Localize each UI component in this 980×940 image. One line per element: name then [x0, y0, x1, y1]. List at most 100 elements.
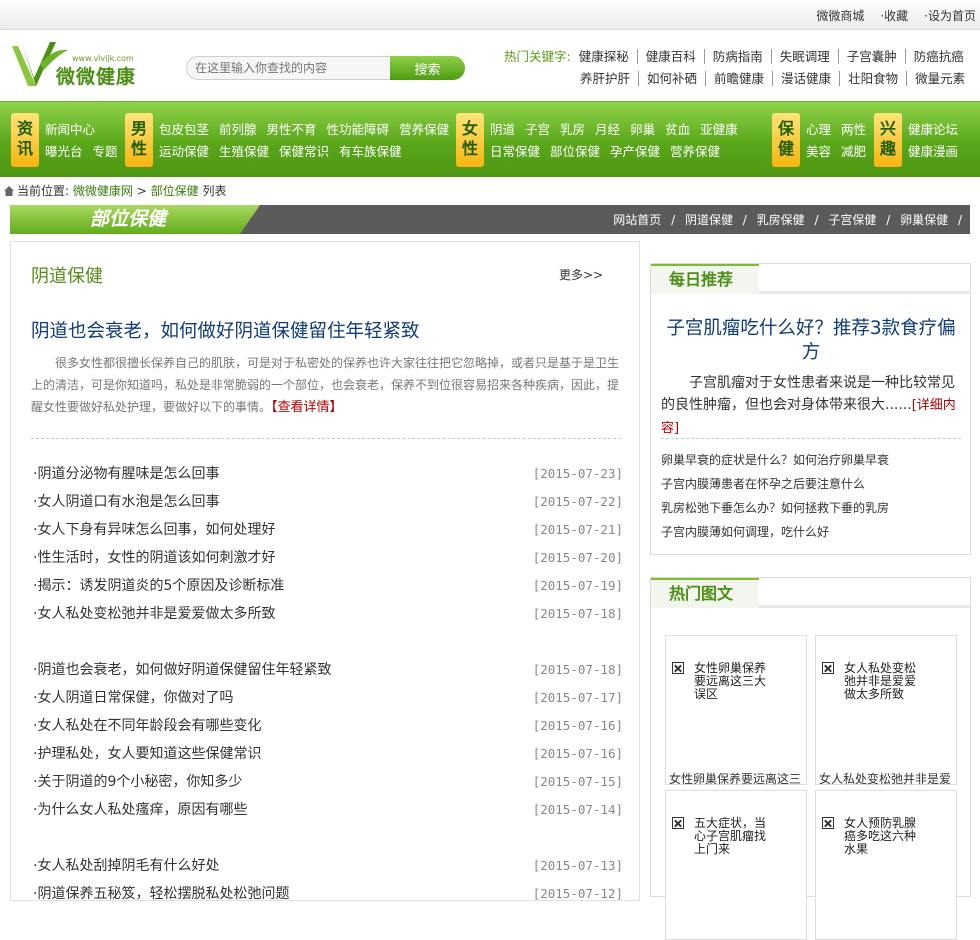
view-detail-link[interactable]: 【查看详情】 — [271, 400, 343, 415]
nav-item[interactable]: 营养保健 — [670, 144, 720, 159]
nav-item[interactable]: 阴道 — [490, 122, 515, 137]
hot-picture-item[interactable]: 女人私处变松弛并非是爱爱做太多所致 女人私处变松弛并非是爱 — [815, 635, 957, 786]
hot-keyword[interactable]: 养肝护肝 — [572, 71, 638, 86]
nav-item[interactable]: 专题 — [93, 144, 118, 159]
hot-keyword[interactable]: 如何补硒 — [638, 71, 706, 86]
list-item[interactable]: ·关于阴道的9个小秘密，你知多少 [2015-07-15] — [33, 768, 623, 796]
item-date: [2015-07-17] — [532, 690, 623, 705]
nav-item[interactable]: 运动保健 — [159, 144, 209, 159]
nav-item[interactable]: 保健常识 — [279, 144, 329, 159]
breadcrumb-category[interactable]: 部位保健 — [151, 184, 199, 198]
nav-item[interactable]: 男性不育 — [267, 122, 317, 137]
category-title: 部位保健 — [10, 205, 260, 234]
nav-item[interactable]: 贫血 — [665, 122, 690, 137]
breadcrumb-separator: > — [136, 184, 147, 198]
hot-picture-item[interactable]: 女人预防乳腺癌多吃这六种水果 — [815, 790, 957, 940]
nav-item[interactable]: 乳房 — [560, 122, 585, 137]
nav-item[interactable]: 孕产保健 — [610, 144, 660, 159]
nav-item[interactable]: 两性 — [841, 122, 866, 137]
search-button[interactable]: 搜索 — [390, 56, 465, 80]
hot-keywords-label: 热门关键字: — [504, 49, 571, 64]
nav-tag-news[interactable]: 资讯 — [11, 113, 39, 167]
list-item[interactable]: ·护理私处，女人要知道这些保健常识 [2015-07-16] — [33, 740, 623, 768]
list-item[interactable]: ·女人阴道日常保健，你做对了吗 [2015-07-17] — [33, 684, 623, 712]
nav-item[interactable]: 子宫 — [525, 122, 550, 137]
more-link[interactable]: 更多>> — [559, 266, 603, 283]
hot-keyword[interactable]: 漫话健康 — [772, 71, 840, 86]
main-nav: 资讯 新闻中心 曝光台 专题 男性 包皮包茎 前列腺 男性不育 性功能障碍 营养保健 运动… — [0, 101, 980, 177]
nav-item[interactable]: 健康论坛 — [908, 122, 958, 137]
nav-group-health: 保健 心理 两性 美容 减肥 — [772, 113, 872, 167]
category-link[interactable]: 乳房保健 — [757, 213, 805, 227]
nav-item[interactable]: 心理 — [806, 122, 831, 137]
image-alt-text: 女人预防乳腺癌多吃这六种水果 — [844, 816, 917, 856]
nav-tag-health[interactable]: 保健 — [772, 113, 800, 167]
nav-item[interactable]: 营养保健 — [399, 122, 449, 137]
list-item[interactable]: ·为什么女人私处瘙痒，原因有哪些 [2015-07-14] — [33, 796, 623, 824]
nav-item[interactable]: 生殖保健 — [219, 144, 269, 159]
nav-item[interactable]: 卵巢 — [630, 122, 655, 137]
list-item[interactable]: ·女人私处刮掉阴毛有什么好处 [2015-07-13] — [33, 852, 623, 880]
list-item[interactable]: ·阴道分泌物有腥味是怎么回事 [2015-07-23] — [33, 460, 623, 488]
category-link[interactable]: 子宫保健 — [828, 213, 876, 227]
hot-keyword[interactable]: 微量元素 — [906, 71, 974, 86]
mall-link[interactable]: 微微商城 — [800, 7, 864, 24]
list-item[interactable]: ·女人下身有异味怎么回事，如何处理好 [2015-07-21] — [33, 516, 623, 544]
hot-keyword[interactable]: 防癌抗癌 — [904, 49, 972, 64]
hot-picture-caption[interactable]: 女性卵巢保养要远离这三 — [669, 770, 805, 786]
nav-item[interactable]: 曝光台 — [45, 144, 83, 159]
featured-headline[interactable]: 阴道也会衰老，如何做好阴道保健留住年轻紧致 — [31, 317, 420, 343]
hot-keyword[interactable]: 失眠调理 — [770, 49, 838, 64]
category-link[interactable]: 网站首页 — [613, 213, 661, 227]
hot-picture-item[interactable]: 女性卵巢保养要远离这三大误区 女性卵巢保养要远离这三 — [665, 635, 807, 786]
category-link[interactable]: 阴道保健 — [685, 213, 733, 227]
hot-keyword[interactable]: 健康百科 — [636, 49, 704, 64]
list-item[interactable]: ·阴道保养五秘笈，轻松摆脱私处松弛问题 [2015-07-12] — [33, 880, 623, 908]
nav-item[interactable]: 包皮包茎 — [159, 122, 209, 137]
hot-picture-caption[interactable]: 女人私处变松弛并非是爱 — [819, 770, 955, 786]
nav-item[interactable]: 日常保健 — [490, 144, 540, 159]
list-item[interactable]: ·女人私处变松弛并非是爱爱做太多所致 [2015-07-18] — [33, 600, 623, 628]
site-logo[interactable]: www.vlvljk.com 微微健康 — [10, 38, 150, 90]
category-link[interactable]: 卵巢保健 — [900, 213, 948, 227]
hot-keyword[interactable]: 壮阳食物 — [839, 71, 907, 86]
nav-item[interactable]: 部位保健 — [550, 144, 600, 159]
nav-item[interactable]: 减肥 — [841, 144, 866, 159]
nav-item[interactable]: 健康漫画 — [908, 144, 958, 159]
nav-item[interactable]: 前列腺 — [219, 122, 257, 137]
nav-item[interactable]: 有车族保健 — [339, 144, 402, 159]
nav-tag-male[interactable]: 男性 — [125, 113, 153, 167]
daily-list-item[interactable]: 子宫内膜薄如何调理，吃什么好 — [661, 520, 961, 544]
list-item[interactable]: ·女人阴道口有水泡是怎么回事 [2015-07-22] — [33, 488, 623, 516]
item-date: [2015-07-12] — [532, 886, 623, 901]
hot-keyword[interactable]: 健康探秘 — [571, 49, 637, 64]
list-item[interactable]: ·女人私处在不同年龄段会有哪些变化 [2015-07-16] — [33, 712, 623, 740]
search-input[interactable] — [195, 58, 395, 78]
favorite-link[interactable]: ·收藏 — [864, 7, 908, 24]
daily-list-item[interactable]: 子宫内膜薄患者在怀孕之后要注意什么 — [661, 472, 961, 496]
image-alt-text: 五大症状，当心子宫肌瘤找上门来 — [694, 816, 767, 856]
nav-item[interactable]: 新闻中心 — [45, 122, 95, 137]
list-item[interactable]: ·性生活时，女性的阴道该如何刺激才好 [2015-07-20] — [33, 544, 623, 572]
nav-tag-interest[interactable]: 兴趣 — [874, 113, 902, 167]
hot-picture-item[interactable]: 五大症状，当心子宫肌瘤找上门来 — [665, 790, 807, 940]
item-date: [2015-07-13] — [532, 858, 623, 873]
hot-keyword[interactable]: 子宫囊肿 — [837, 49, 905, 64]
set-homepage-link[interactable]: ·设为首页 — [908, 7, 976, 24]
daily-list-item[interactable]: 卵巢早衰的症状是什么？如何治疗卵巢早衰 — [661, 448, 961, 472]
list-item[interactable]: ·阴道也会衰老，如何做好阴道保健留住年轻紧致 [2015-07-18] — [33, 656, 623, 684]
broken-image: 五大症状，当心子宫肌瘤找上门来 — [672, 816, 774, 856]
nav-tag-female[interactable]: 女性 — [456, 113, 484, 167]
nav-item[interactable]: 月经 — [595, 122, 620, 137]
nav-item[interactable]: 亚健康 — [700, 122, 738, 137]
daily-list-item[interactable]: 乳房松弛下垂怎么办？如何拯救下垂的乳房 — [661, 496, 961, 520]
hot-keyword[interactable]: 防病指南 — [703, 49, 771, 64]
hot-keyword[interactable]: 前瞻健康 — [705, 71, 773, 86]
nav-item[interactable]: 美容 — [806, 144, 831, 159]
nav-item[interactable]: 性功能障碍 — [327, 122, 390, 137]
item-date: [2015-07-18] — [532, 606, 623, 621]
item-date: [2015-07-22] — [532, 494, 623, 509]
list-item[interactable]: ·揭示：诱发阴道炎的5个原因及诊断标准 [2015-07-19] — [33, 572, 623, 600]
breadcrumb-site[interactable]: 微微健康网 — [73, 184, 133, 198]
daily-headline[interactable]: 子宫肌瘤吃什么好？推荐3款食疗偏方 — [661, 317, 961, 365]
